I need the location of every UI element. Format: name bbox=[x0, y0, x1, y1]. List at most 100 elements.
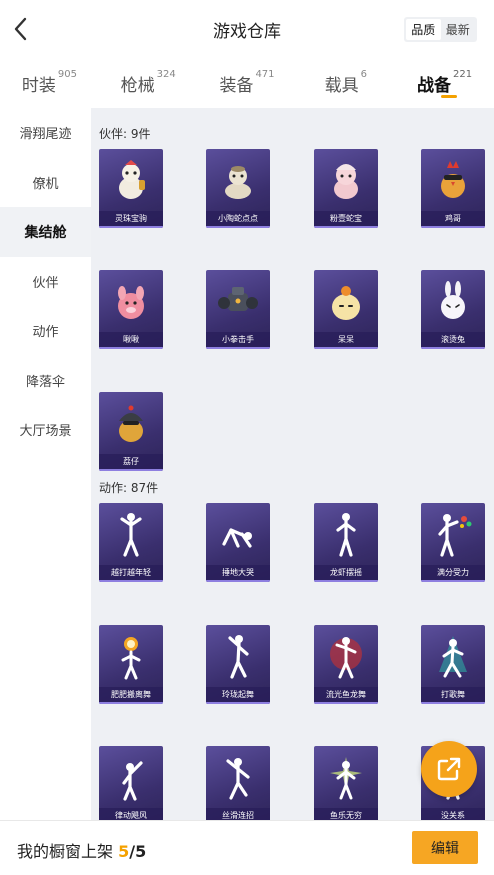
tab-equipment[interactable]: 装备 471 bbox=[198, 58, 297, 108]
category-tabs: 时装 905 枪械 324 装备 471 载具 6 战备 221 bbox=[0, 58, 494, 108]
item-card[interactable]: 捶地大哭 bbox=[206, 503, 270, 582]
showcase-label: 我的橱窗上架 bbox=[17, 842, 114, 861]
tab-label: 战备 bbox=[417, 76, 452, 96]
item-name: 粉壹蛇宝 bbox=[314, 211, 378, 226]
showcase-total: /5 bbox=[129, 842, 147, 861]
pet-pink-creature-icon bbox=[99, 270, 163, 332]
sidebar-item-emote[interactable]: 动作 bbox=[0, 306, 91, 356]
tab-label: 装备 bbox=[219, 76, 254, 96]
item-name: 肥肥搬离舞 bbox=[99, 687, 163, 702]
dancer-pose-icon bbox=[99, 746, 163, 808]
sidebar-item-parachute[interactable]: 降落伞 bbox=[0, 356, 91, 406]
item-card[interactable]: 小拳击手 bbox=[206, 270, 270, 349]
sort-option-newest[interactable]: 最新 bbox=[441, 19, 476, 40]
share-fab-button[interactable] bbox=[421, 741, 477, 797]
item-card[interactable]: 流光鱼龙舞 bbox=[314, 625, 378, 704]
item-card[interactable]: 小陶蛇点点 bbox=[206, 149, 270, 228]
dancer-red-aura-icon bbox=[314, 625, 378, 687]
item-card[interactable]: 鱼乐无穷 bbox=[314, 746, 378, 820]
item-card[interactable]: 荔仔 bbox=[99, 392, 163, 471]
sidebar-item-partner[interactable]: 伙伴 bbox=[0, 257, 91, 307]
sort-option-quality[interactable]: 品质 bbox=[406, 19, 441, 40]
item-card[interactable]: 呆呆 bbox=[314, 270, 378, 349]
tab-firearms[interactable]: 枪械 324 bbox=[99, 58, 198, 108]
sidebar-item-rally-pod[interactable]: 集结舱 bbox=[0, 207, 91, 257]
kneeling-cry-icon bbox=[206, 503, 270, 565]
item-card[interactable]: 律动飓风 bbox=[99, 746, 163, 820]
partners-section-title: 伙伴: 9件 bbox=[99, 127, 151, 141]
tab-fashion[interactable]: 时装 905 bbox=[0, 58, 99, 108]
tab-count: 324 bbox=[156, 69, 176, 80]
item-name: 灵珠宝驹 bbox=[99, 211, 163, 226]
sidebar-item-wingman[interactable]: 僚机 bbox=[0, 158, 91, 208]
tab-count: 471 bbox=[255, 69, 275, 80]
sidebar: 滑翔尾迹 僚机 集结舱 伙伴 动作 降落伞 大厅场景 bbox=[0, 108, 91, 820]
dancer-teal-glow-icon bbox=[421, 625, 485, 687]
tab-label: 时装 bbox=[21, 76, 56, 96]
dancer-pose-icon bbox=[314, 503, 378, 565]
pet-pink-snake-icon bbox=[314, 149, 378, 211]
item-card[interactable]: 越打越年轻 bbox=[99, 503, 163, 582]
pet-horse-icon bbox=[99, 149, 163, 211]
item-name: 荔仔 bbox=[99, 454, 163, 469]
item-name: 打歌舞 bbox=[421, 687, 485, 702]
dancer-pose-icon bbox=[206, 625, 270, 687]
dancer-pose-icon bbox=[206, 746, 270, 808]
dancer-sparkle-icon bbox=[314, 746, 378, 808]
item-name: 呆呆 bbox=[314, 332, 378, 347]
item-name: 小陶蛇点点 bbox=[206, 211, 270, 226]
item-card[interactable]: 啾啾 bbox=[99, 270, 163, 349]
item-name: 鱼乐无穷 bbox=[314, 808, 378, 820]
pet-white-rabbit-icon bbox=[421, 270, 485, 332]
showcase-status: 我的橱窗上架 5/5 bbox=[17, 838, 146, 862]
item-card[interactable]: 灵珠宝驹 bbox=[99, 149, 163, 228]
item-card[interactable]: 龙虾摆摇 bbox=[314, 503, 378, 582]
pet-snake-icon bbox=[206, 149, 270, 211]
dancer-fire-icon bbox=[99, 625, 163, 687]
share-external-icon bbox=[437, 757, 461, 781]
item-name: 龙虾摆摇 bbox=[314, 565, 378, 580]
item-card[interactable]: 滚烫兔 bbox=[421, 270, 485, 349]
sidebar-item-glide-trail[interactable]: 滑翔尾迹 bbox=[0, 108, 91, 158]
item-card[interactable]: 玲珑起舞 bbox=[206, 625, 270, 704]
item-name: 鸡哥 bbox=[421, 211, 485, 226]
tab-count: 905 bbox=[57, 69, 77, 80]
item-name: 捶地大哭 bbox=[206, 565, 270, 580]
tab-combat-prep[interactable]: 战备 221 bbox=[395, 58, 494, 108]
item-name: 丝滑连招 bbox=[206, 808, 270, 820]
item-name: 啾啾 bbox=[99, 332, 163, 347]
item-name: 流光鱼龙舞 bbox=[314, 687, 378, 702]
tab-count: 221 bbox=[453, 69, 473, 80]
item-card[interactable]: 粉壹蛇宝 bbox=[314, 149, 378, 228]
emotes-section-title: 动作: 87件 bbox=[99, 481, 159, 495]
item-grid-panel: 伙伴: 9件 灵珠宝驹 小陶蛇点点 粉壹蛇宝 鸡哥 啾啾 小拳击手 呆呆 滚烫兔… bbox=[91, 108, 494, 820]
item-name: 滚烫兔 bbox=[421, 332, 485, 347]
edit-button[interactable]: 编辑 bbox=[412, 831, 478, 864]
top-bar: 游戏仓库 品质 最新 bbox=[0, 0, 494, 58]
dancer-confetti-icon bbox=[421, 503, 485, 565]
tab-vehicles[interactable]: 载具 6 bbox=[296, 58, 395, 108]
item-card[interactable]: 丝滑连招 bbox=[206, 746, 270, 820]
item-name: 没关系 bbox=[421, 808, 485, 820]
showcase-count: 5 bbox=[118, 842, 130, 861]
tab-label: 载具 bbox=[324, 76, 359, 96]
pet-robot-boxer-icon bbox=[206, 270, 270, 332]
pet-chicken-icon bbox=[421, 149, 485, 211]
sidebar-item-lobby-scene[interactable]: 大厅场景 bbox=[0, 405, 91, 455]
pet-yellow-blob-icon bbox=[314, 270, 378, 332]
item-card[interactable]: 鸡哥 bbox=[421, 149, 485, 228]
item-card[interactable]: 打歌舞 bbox=[421, 625, 485, 704]
active-tab-indicator bbox=[440, 95, 457, 98]
pet-helmet-duck-icon bbox=[99, 392, 163, 454]
sort-toggle: 品质 最新 bbox=[404, 17, 477, 42]
item-name: 小拳击手 bbox=[206, 332, 270, 347]
tab-count: 6 bbox=[360, 69, 367, 80]
item-name: 玲珑起舞 bbox=[206, 687, 270, 702]
dancer-pose-icon bbox=[99, 503, 163, 565]
showcase-bar: 我的橱窗上架 5/5 编辑 bbox=[0, 820, 494, 875]
item-card[interactable]: 肥肥搬离舞 bbox=[99, 625, 163, 704]
item-card[interactable]: 满分受力 bbox=[421, 503, 485, 582]
tab-label: 枪械 bbox=[120, 76, 155, 96]
item-name: 满分受力 bbox=[421, 565, 485, 580]
item-name: 越打越年轻 bbox=[99, 565, 163, 580]
